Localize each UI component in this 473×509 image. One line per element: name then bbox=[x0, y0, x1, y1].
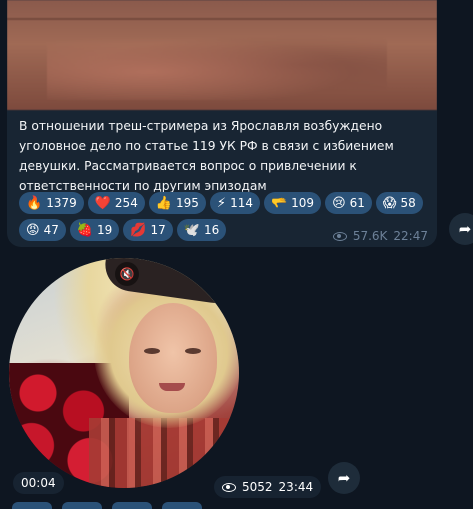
forward-icon: ➦ bbox=[337, 469, 351, 487]
reaction-chip-partial[interactable] bbox=[12, 502, 52, 509]
reaction-fire[interactable]: 🔥 1379 bbox=[19, 192, 84, 214]
reactions-row: 🔥 1379 ❤️ 254 👍 195 ⚡ 114 🫳 109 😢 61 😱 58 bbox=[19, 192, 429, 214]
video-note[interactable] bbox=[9, 258, 239, 488]
fire-icon: 🔥 bbox=[26, 195, 43, 211]
eye-right bbox=[185, 348, 201, 354]
reaction-lightning[interactable]: ⚡ 114 bbox=[209, 192, 260, 214]
reaction-angry[interactable]: 😡 47 bbox=[19, 219, 66, 241]
reaction-chip-partial[interactable] bbox=[162, 502, 202, 509]
face-image bbox=[129, 303, 217, 413]
reaction-count: 195 bbox=[176, 196, 199, 210]
thumbs-up-icon: 👍 bbox=[155, 195, 173, 211]
reaction-chip-partial[interactable] bbox=[112, 502, 152, 509]
reaction-pointing-hand[interactable]: 🫳 109 bbox=[263, 192, 322, 214]
kiss-icon: 💋 bbox=[130, 222, 147, 238]
reaction-count: 19 bbox=[97, 223, 113, 237]
reaction-thumbs-up[interactable]: 👍 195 bbox=[148, 192, 206, 214]
lightning-icon: ⚡ bbox=[216, 195, 227, 211]
next-reactions-strip bbox=[0, 502, 473, 509]
video-duration: 00:04 bbox=[21, 476, 56, 490]
screaming-face-icon: 😱 bbox=[382, 195, 397, 211]
post-media-image[interactable] bbox=[7, 0, 437, 110]
duration-badge: 00:04 bbox=[13, 472, 64, 494]
dove-icon: 🕊️ bbox=[183, 222, 200, 238]
strawberry-icon: 🍓 bbox=[76, 222, 94, 238]
reaction-scream[interactable]: 😱 58 bbox=[375, 192, 423, 214]
eye-icon bbox=[222, 482, 236, 492]
channel-post: В отношении треш-стримера из Ярославля в… bbox=[7, 0, 437, 247]
view-count: 5052 bbox=[242, 480, 273, 494]
reaction-strawberry[interactable]: 🍓 19 bbox=[69, 219, 120, 241]
post-meta: 57.6K 22:47 bbox=[332, 229, 428, 243]
forward-icon: ➦ bbox=[458, 220, 472, 238]
view-count: 57.6K bbox=[352, 229, 388, 243]
forward-button[interactable]: ➦ bbox=[449, 213, 473, 245]
reaction-count: 47 bbox=[43, 223, 59, 237]
post-time: 22:47 bbox=[393, 229, 428, 243]
crying-face-icon: 😢 bbox=[332, 195, 346, 211]
shirt-image bbox=[89, 418, 239, 488]
reaction-heart[interactable]: ❤️ 254 bbox=[87, 192, 145, 214]
reaction-count: 109 bbox=[291, 196, 315, 210]
reaction-count: 61 bbox=[349, 196, 365, 210]
reaction-count: 16 bbox=[203, 223, 220, 237]
video-meta: 5052 23:44 bbox=[214, 476, 322, 498]
reaction-count: 58 bbox=[400, 196, 416, 210]
eye-left bbox=[144, 348, 160, 354]
angry-face-icon: 😡 bbox=[26, 222, 40, 238]
forward-button[interactable]: ➦ bbox=[328, 462, 360, 494]
mute-button[interactable]: 🔇 bbox=[115, 262, 139, 286]
muted-speaker-icon: 🔇 bbox=[119, 267, 135, 281]
video-time: 23:44 bbox=[278, 480, 314, 494]
heart-icon: ❤️ bbox=[94, 195, 111, 211]
reaction-chip-partial[interactable] bbox=[62, 502, 102, 509]
reaction-kiss[interactable]: 💋 17 bbox=[123, 219, 173, 241]
post-caption: В отношении треш-стримера из Ярославля в… bbox=[19, 119, 394, 193]
reaction-count: 114 bbox=[230, 196, 253, 210]
mouth bbox=[159, 383, 185, 391]
pointing-hand-icon: 🫳 bbox=[270, 195, 288, 211]
eye-icon bbox=[332, 231, 347, 241]
reaction-count: 1379 bbox=[46, 196, 77, 210]
reaction-count: 17 bbox=[150, 223, 166, 237]
reaction-count: 254 bbox=[114, 196, 138, 210]
reaction-crying[interactable]: 😢 61 bbox=[325, 192, 372, 214]
reaction-dove[interactable]: 🕊️ 16 bbox=[176, 219, 227, 241]
